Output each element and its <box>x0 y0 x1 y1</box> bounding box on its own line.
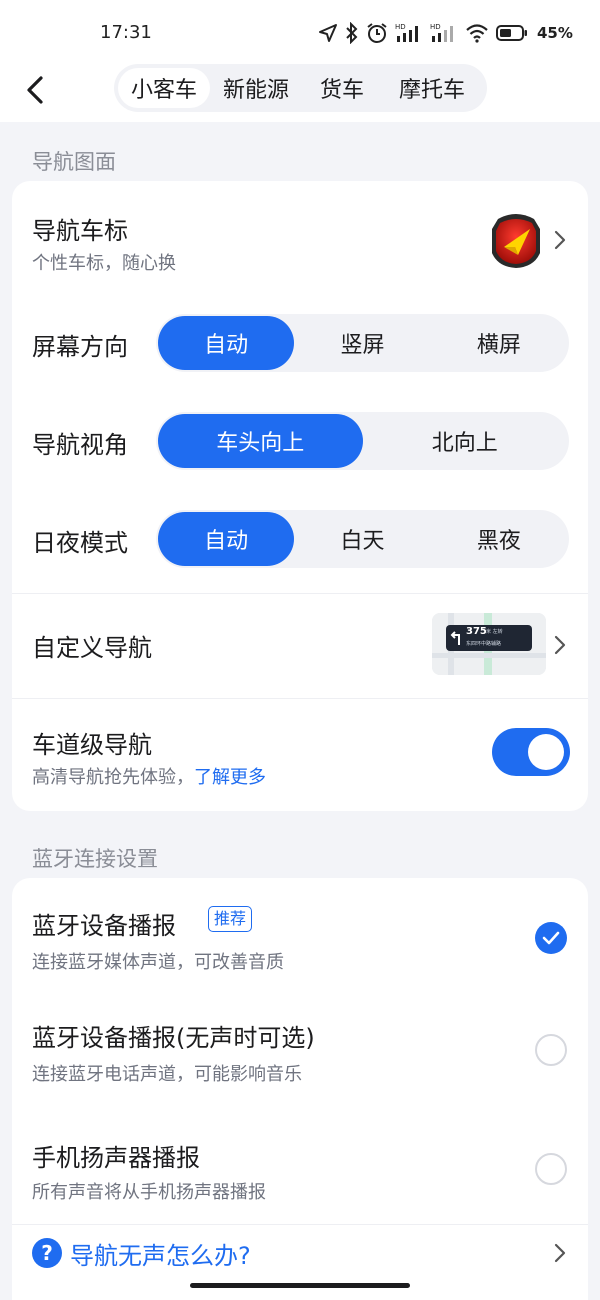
tab-motorcycle[interactable]: 摩托车 <box>382 68 482 108</box>
chevron-right-icon <box>552 1242 568 1264</box>
help-icon: ? <box>32 1238 62 1268</box>
vehicle-icon-row[interactable]: 导航车标 个性车标，随心换 <box>12 181 588 293</box>
back-button[interactable] <box>18 70 52 114</box>
wifi-icon <box>465 23 489 43</box>
toggle-knob <box>528 734 564 770</box>
location-icon <box>318 23 338 43</box>
battery-icon <box>496 24 528 42</box>
recommended-badge: 推荐 <box>208 906 253 932</box>
vehicle-icon-title: 导航车标 <box>32 217 128 245</box>
view-option-north-up[interactable]: 北向上 <box>363 414 568 468</box>
svg-text:HD: HD <box>395 23 406 31</box>
turn-left-icon <box>450 628 462 650</box>
tab-truck[interactable]: 货车 <box>302 68 382 108</box>
section-title-bluetooth: 蓝牙连接设置 <box>32 847 158 871</box>
section-title-nav-display: 导航图面 <box>32 150 116 174</box>
day-night-option-night[interactable]: 黑夜 <box>431 512 567 566</box>
alarm-icon <box>366 22 388 44</box>
screen-orientation-label: 屏幕方向 <box>32 333 128 361</box>
orientation-option-portrait[interactable]: 竖屏 <box>294 316 430 370</box>
orientation-option-landscape[interactable]: 横屏 <box>431 316 567 370</box>
chevron-right-icon <box>552 229 568 251</box>
option-subtitle: 所有声音将从手机扬声器播报 <box>32 1182 266 1203</box>
option-title: 蓝牙设备播报(无声时可选) <box>32 1024 315 1052</box>
vehicle-type-tabs: 小客车 新能源 货车 摩托车 <box>114 64 487 112</box>
nav-display-card: 导航车标 个性车标，随心换 屏幕方向 自动 竖屏 横屏 导航视角 车头向上 北向… <box>12 181 588 811</box>
checkbox-checked[interactable] <box>535 922 567 954</box>
view-angle-control: 车头向上 北向上 <box>156 412 569 470</box>
chevron-right-icon <box>552 634 568 656</box>
day-night-control: 自动 白天 黑夜 <box>156 510 569 568</box>
signal-hd-icon: HD <box>430 22 458 44</box>
tab-car[interactable]: 小客车 <box>118 68 210 108</box>
custom-nav-thumbnail: 375 米 左转 东四环中路辅路 <box>432 613 546 675</box>
day-night-option-day[interactable]: 白天 <box>294 512 430 566</box>
view-angle-label: 导航视角 <box>32 431 128 459</box>
svg-text:HD: HD <box>430 23 441 31</box>
vehicle-marker-icon <box>488 211 544 269</box>
screen-orientation-control: 自动 竖屏 横屏 <box>156 314 569 372</box>
lane-nav-subtitle: 高清导航抢先体验， <box>32 767 194 788</box>
status-bar: 17:31 HD HD 45% <box>0 0 600 62</box>
vehicle-icon-subtitle: 个性车标，随心换 <box>32 253 176 274</box>
status-icons: HD HD 45% <box>318 20 573 46</box>
bluetooth-option-media[interactable]: 蓝牙设备播报 推荐 连接蓝牙媒体声道，可改善音质 <box>12 878 588 990</box>
option-title: 蓝牙设备播报 <box>32 912 176 940</box>
lane-nav-subtitle-wrap: 高清导航抢先体验，了解更多 <box>32 763 266 789</box>
header: 小客车 新能源 货车 摩托车 <box>0 62 600 122</box>
checkbox-unchecked[interactable] <box>535 1034 567 1066</box>
option-title: 手机扬声器播报 <box>32 1144 200 1172</box>
checkbox-unchecked[interactable] <box>535 1153 567 1185</box>
lane-nav-title: 车道级导航 <box>32 731 152 759</box>
thumb-unit: 米 左转 <box>486 629 503 635</box>
day-night-label: 日夜模式 <box>32 529 128 557</box>
bluetooth-card: 蓝牙设备播报 推荐 连接蓝牙媒体声道，可改善音质 蓝牙设备播报(无声时可选) 连… <box>12 878 588 1300</box>
chevron-left-icon <box>25 75 45 109</box>
custom-nav-title: 自定义导航 <box>32 634 152 662</box>
learn-more-link[interactable]: 了解更多 <box>194 767 266 788</box>
battery-percent: 45% <box>537 24 573 42</box>
bluetooth-option-speaker[interactable]: 手机扬声器播报 所有声音将从手机扬声器播报 <box>12 1108 588 1224</box>
option-subtitle: 连接蓝牙媒体声道，可改善音质 <box>32 952 284 973</box>
orientation-option-auto[interactable]: 自动 <box>158 316 295 370</box>
thumb-road: 东四环中路辅路 <box>466 641 502 647</box>
view-option-heading-up[interactable]: 车头向上 <box>158 414 363 468</box>
status-time: 17:31 <box>100 22 152 43</box>
signal-hd-icon: HD <box>395 22 423 44</box>
home-indicator[interactable] <box>190 1283 410 1288</box>
tab-new-energy[interactable]: 新能源 <box>210 68 302 108</box>
no-sound-help-link[interactable]: 导航无声怎么办? <box>70 1236 251 1271</box>
divider <box>12 698 588 699</box>
thumb-distance: 375 <box>466 626 487 637</box>
bluetooth-icon <box>345 22 359 44</box>
option-subtitle: 连接蓝牙电话声道，可能影响音乐 <box>32 1064 302 1085</box>
bluetooth-option-call[interactable]: 蓝牙设备播报(无声时可选) 连接蓝牙电话声道，可能影响音乐 <box>12 990 588 1108</box>
day-night-option-auto[interactable]: 自动 <box>158 512 295 566</box>
lane-nav-toggle[interactable] <box>492 728 570 776</box>
